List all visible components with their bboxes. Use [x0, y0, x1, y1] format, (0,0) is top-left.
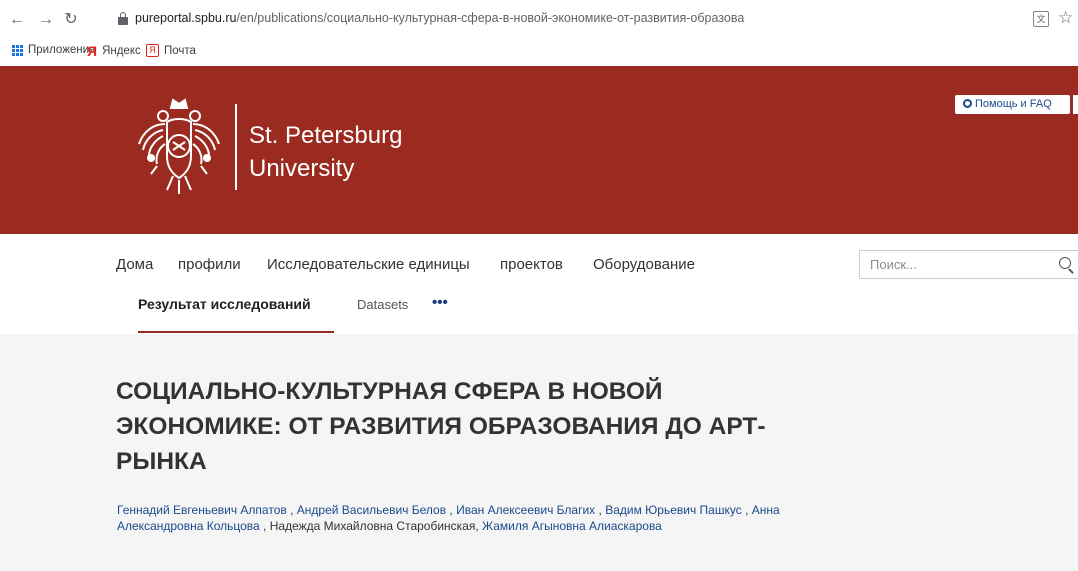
bookmark-yandex-label: Яндекс [102, 45, 141, 57]
main-navigation: Дома профили Исследовательские единицы п… [0, 234, 1078, 334]
header-edge-button[interactable] [1073, 95, 1078, 114]
address-bar[interactable]: pureportal.spbu.ru/en/publications/социа… [135, 11, 744, 25]
bookmark-apps[interactable]: Приложения [12, 44, 95, 56]
yandex-mail-icon: Я [146, 44, 159, 57]
bookmarks-bar: Приложения Я Яндекс Я Почта [0, 40, 1078, 64]
search-box [859, 250, 1078, 279]
logo-text-line1[interactable]: St. Petersburg [249, 122, 402, 150]
url-host: pureportal.spbu.ru [135, 11, 237, 25]
help-faq-button[interactable]: Помощь и FAQ [955, 95, 1070, 114]
help-faq-label: Помощь и FAQ [975, 98, 1052, 110]
author-link[interactable]: Вадим Юрьевич Пашкус [605, 503, 742, 517]
logo-divider [235, 104, 237, 190]
url-path: /en/publications/социально-культурная-сф… [236, 11, 745, 25]
publication-content: СОЦИАЛЬНО-КУЛЬТУРНАЯ СФЕРА В НОВОЙ ЭКОНО… [0, 334, 1078, 571]
reload-icon[interactable]: ↻ [60, 9, 82, 31]
author-link[interactable]: Иван Алексеевич Благих [456, 503, 595, 517]
university-emblem-icon[interactable] [133, 94, 225, 196]
nav-item-projects[interactable]: проектов [500, 256, 563, 273]
bookmark-mail[interactable]: Я Почта [146, 44, 196, 57]
lock-icon [118, 12, 128, 26]
search-icon[interactable] [1059, 257, 1071, 269]
nav-item-equipment[interactable]: Оборудование [593, 256, 695, 273]
nav-item-home[interactable]: Дома [116, 256, 153, 273]
nav-item-research-units[interactable]: Исследовательские единицы [267, 256, 470, 273]
tab-research-output[interactable]: Результат исследований [138, 296, 311, 312]
tab-datasets[interactable]: Datasets [357, 297, 408, 312]
forward-icon[interactable]: → [35, 9, 57, 31]
logo-text-line2[interactable]: University [249, 155, 354, 183]
bookmark-yandex[interactable]: Я Яндекс [87, 44, 141, 58]
translate-icon[interactable]: 文 [1033, 11, 1049, 27]
author-link[interactable]: Геннадий Евгеньевич Алпатов [117, 503, 287, 517]
active-tab-underline [138, 331, 334, 333]
search-input[interactable] [860, 251, 1040, 278]
nav-item-profiles[interactable]: профили [178, 256, 241, 273]
apps-grid-icon [12, 44, 23, 56]
author-link[interactable]: Андрей Васильевич Белов [297, 503, 446, 517]
author-list: Геннадий Евгеньевич Алпатов , Андрей Вас… [117, 503, 780, 533]
bookmark-star-icon[interactable]: ☆ [1058, 8, 1073, 28]
author-link[interactable]: Жамиля Агыновна Алиаскарова [482, 519, 662, 533]
browser-toolbar: ← → ↻ pureportal.spbu.ru/en/publications… [0, 0, 1078, 40]
lifebuoy-icon [963, 99, 972, 108]
author-name: Надежда Михайловна Старобинская, [269, 519, 479, 533]
bookmark-apps-label: Приложения [28, 44, 96, 56]
back-icon[interactable]: ← [6, 9, 28, 31]
yandex-icon: Я [87, 43, 98, 59]
more-icon[interactable]: ••• [432, 294, 448, 311]
bookmark-mail-label: Почта [164, 44, 196, 57]
publication-title: СОЦИАЛЬНО-КУЛЬТУРНАЯ СФЕРА В НОВОЙ ЭКОНО… [116, 378, 766, 475]
